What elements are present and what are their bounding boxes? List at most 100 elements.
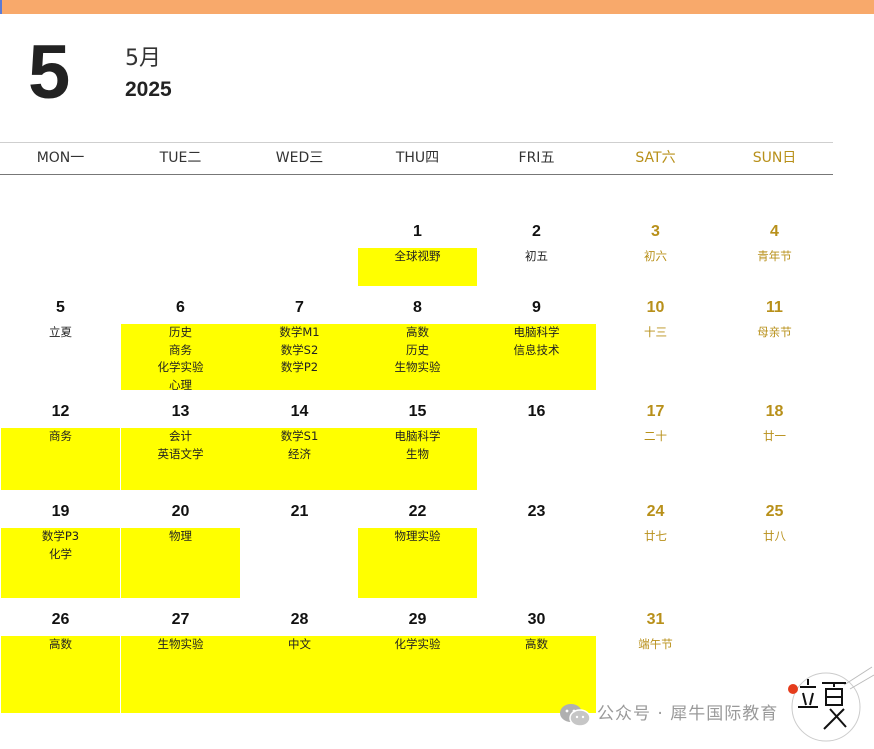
day-entry: 电脑科学: [394, 429, 441, 443]
day-entry: 物理: [169, 529, 192, 543]
exam-block: 数学S1 经济: [240, 428, 359, 490]
day-number: 25: [765, 503, 784, 520]
day-cell[interactable]: 6 历史 商务 化学实验 心理: [121, 298, 240, 392]
day-entry: 历史: [169, 325, 192, 339]
day-cell[interactable]: 23: [477, 502, 596, 598]
day-number: 12: [51, 403, 70, 420]
day-cell[interactable]: 15 电脑科学 生物: [358, 402, 477, 490]
year-label: 2025: [125, 78, 172, 101]
day-number: 27: [171, 611, 190, 628]
exam-block: 电脑科学 生物: [358, 428, 477, 490]
exam-block: 商务: [1, 428, 120, 490]
day-cell[interactable]: 13 会计英语文学: [121, 402, 240, 490]
day-entry: 电脑科学: [513, 325, 560, 339]
day-number: 14: [290, 403, 309, 420]
day-cell[interactable]: 11 母亲节: [715, 298, 834, 390]
day-cell[interactable]: 25 廿八: [715, 502, 834, 598]
day-cell[interactable]: 14 数学S1 经济: [240, 402, 359, 490]
day-entry: 高数: [406, 325, 429, 339]
day-cell[interactable]: 10 十三: [596, 298, 715, 390]
day-entry: 生物实验: [394, 360, 441, 374]
day-entry: 初六: [644, 249, 667, 263]
day-number: 4: [770, 223, 779, 240]
day-cell[interactable]: 9 电脑科学 信息技术: [477, 298, 596, 390]
day-entry: 化学: [49, 546, 72, 561]
day-cell[interactable]: 3 初六: [596, 222, 715, 286]
day-entry: 中文: [288, 637, 311, 651]
day-number: 8: [413, 299, 422, 316]
day-note-area: 青年节: [715, 248, 834, 286]
top-bar-edge: [0, 0, 2, 14]
day-cell[interactable]: 19 数学P3 化学: [1, 502, 120, 598]
day-cell[interactable]: 30 高数: [477, 610, 596, 713]
day-number: 26: [51, 611, 70, 628]
exam-block: 高数: [1, 636, 120, 713]
day-number: 3: [651, 223, 660, 240]
day-entry: 生物实验: [157, 637, 204, 651]
day-number: 19: [51, 503, 70, 520]
day-entry: 初五: [525, 249, 548, 263]
day-cell[interactable]: 27 生物实验: [121, 610, 240, 713]
day-entry: 英语文学: [157, 446, 204, 461]
day-entry: 高数: [49, 637, 72, 651]
day-cell[interactable]: 17 二十: [596, 402, 715, 490]
day-cell[interactable]: 18 廿一: [715, 402, 834, 490]
day-cell[interactable]: 12 商务: [1, 402, 120, 490]
day-entry: 数学P2: [280, 360, 319, 374]
day-cell[interactable]: 28 中文: [240, 610, 359, 713]
day-entry: 全球视野: [394, 249, 441, 263]
day-number: 13: [171, 403, 190, 420]
day-cell[interactable]: 22 物理实验: [358, 502, 477, 598]
day-number: 17: [646, 403, 665, 420]
day-cell[interactable]: 16: [477, 402, 596, 490]
day-cell[interactable]: 5 立夏: [1, 298, 120, 390]
day-entry: 物理实验: [394, 529, 441, 543]
day-cell[interactable]: 21: [240, 502, 359, 598]
day-cell[interactable]: 20 物理: [121, 502, 240, 598]
exam-block: 化学实验: [358, 636, 477, 713]
day-cell[interactable]: 26 高数: [1, 610, 120, 713]
day-entry: 数学S2: [280, 342, 319, 357]
day-number: 23: [527, 503, 546, 520]
day-number: 16: [527, 403, 546, 420]
day-entry: 廿一: [763, 429, 786, 443]
day-number: 2: [532, 223, 541, 240]
day-entry: 母亲节: [757, 325, 792, 339]
day-entry: 会计: [169, 429, 192, 443]
day-cell[interactable]: 31 端午节: [596, 610, 715, 713]
day-entry: 青年节: [757, 249, 792, 263]
day-number: 1: [413, 223, 422, 240]
day-cell[interactable]: 2 初五: [477, 222, 596, 286]
lixia-seal-logo: [788, 666, 874, 742]
exam-block: 电脑科学 信息技术: [477, 324, 596, 390]
weekday-label: SAT六: [635, 150, 676, 166]
day-number: 28: [290, 611, 309, 628]
day-cell[interactable]: 29 化学实验: [358, 610, 477, 713]
exam-block: 数学P3 化学: [1, 528, 120, 598]
day-note-area: [240, 528, 359, 598]
day-entry: 生物: [406, 446, 429, 461]
day-entry: 高数: [525, 637, 548, 651]
exam-block: 中文: [240, 636, 359, 713]
day-entry: 化学实验: [157, 360, 204, 374]
weekday-label: SUN日: [752, 150, 797, 166]
top-accent-bar: [0, 0, 874, 14]
day-cell[interactable]: 1 全球视野: [358, 222, 477, 286]
day-entry: 商务: [49, 429, 72, 443]
day-number: 7: [295, 299, 304, 316]
day-entry: 二十: [644, 429, 667, 443]
day-entry: 经济: [288, 446, 311, 461]
day-cell[interactable]: 24 廿七: [596, 502, 715, 598]
day-cell[interactable]: 8 高数 历史 生物实验: [358, 298, 477, 390]
day-note-area: 母亲节: [715, 324, 834, 390]
day-entry: 立夏: [49, 325, 72, 339]
day-entry: 数学S1: [280, 429, 319, 443]
day-entry: 十三: [644, 325, 667, 339]
day-cell[interactable]: 7 数学M1 数学S2 数学P2: [240, 298, 359, 390]
day-cell[interactable]: 4 青年节: [715, 222, 834, 286]
day-note-area: 初六: [596, 248, 715, 286]
exam-block: 生物实验: [121, 636, 240, 713]
day-number: 10: [646, 299, 665, 316]
exam-block: 物理: [121, 528, 240, 598]
wechat-icon: [560, 704, 591, 727]
